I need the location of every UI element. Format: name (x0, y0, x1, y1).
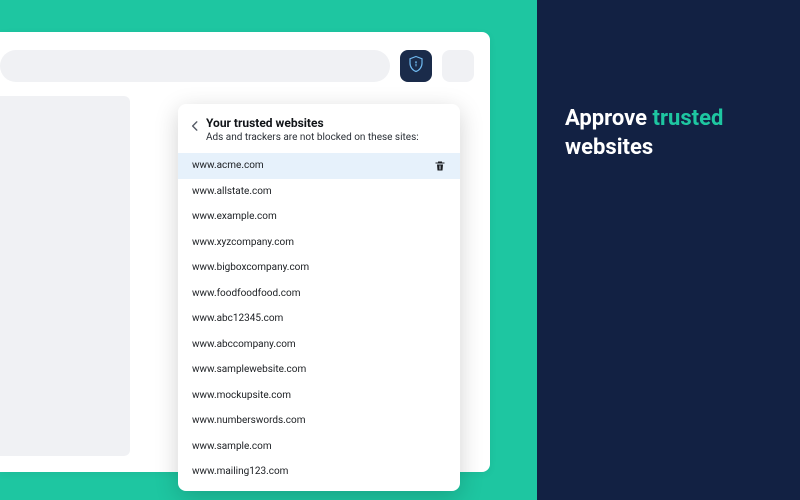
site-row[interactable]: www.abccompany.com (178, 332, 460, 358)
site-label: www.allstate.com (192, 186, 272, 197)
site-label: www.acme.com (192, 160, 264, 171)
site-label: www.mailing123.com (192, 466, 288, 477)
sidebar-placeholder (0, 96, 130, 456)
site-label: www.abccompany.com (192, 339, 296, 350)
site-row[interactable]: www.mockupsite.com (178, 383, 460, 409)
site-label: www.mockupsite.com (192, 390, 291, 401)
site-row[interactable]: www.sample.com (178, 434, 460, 460)
popup-header: Your trusted websites Ads and trackers a… (178, 116, 460, 147)
site-row[interactable]: www.samplewebsite.com (178, 357, 460, 383)
left-pane: Your trusted websites Ads and trackers a… (0, 0, 537, 500)
site-row[interactable]: www.acme.com (178, 153, 460, 179)
extension-button[interactable] (400, 50, 432, 82)
browser-toolbar (0, 32, 490, 96)
site-label: www.abc12345.com (192, 313, 283, 324)
back-icon[interactable] (188, 118, 206, 137)
site-label: www.sample.com (192, 441, 272, 452)
site-row[interactable]: www.foodfoodfood.com (178, 281, 460, 307)
site-row[interactable]: www.allstate.com (178, 179, 460, 205)
menu-button[interactable] (442, 50, 474, 82)
site-row[interactable]: www.numberswords.com (178, 408, 460, 434)
marketing-pane: Approve trusted websites (537, 0, 800, 500)
site-label: www.samplewebsite.com (192, 364, 306, 375)
popup-subtitle: Ads and trackers are not blocked on thes… (206, 132, 446, 143)
marketing-headline: Approve trusted websites (565, 105, 772, 162)
url-bar[interactable] (0, 50, 390, 82)
site-row[interactable]: www.mailing123.com (178, 459, 460, 485)
site-row[interactable]: www.xyzcompany.com (178, 230, 460, 256)
stage: Your trusted websites Ads and trackers a… (0, 0, 800, 500)
trash-icon[interactable] (434, 160, 446, 172)
headline-prefix: Approve (565, 106, 653, 131)
site-row[interactable]: www.abc12345.com (178, 306, 460, 332)
popup-title: Your trusted websites (206, 116, 446, 130)
site-list: www.acme.com www.allstate.com www.example.… (178, 153, 460, 485)
site-label: www.bigboxcompany.com (192, 262, 309, 273)
site-label: www.example.com (192, 211, 277, 222)
site-label: www.xyzcompany.com (192, 237, 294, 248)
site-label: www.numberswords.com (192, 415, 306, 426)
headline-accent: trusted (653, 106, 724, 131)
shield-icon (407, 55, 425, 77)
site-label: www.foodfoodfood.com (192, 288, 301, 299)
popup-titles: Your trusted websites Ads and trackers a… (206, 116, 446, 143)
trusted-sites-popup: Your trusted websites Ads and trackers a… (178, 104, 460, 491)
site-row[interactable]: www.example.com (178, 204, 460, 230)
site-row[interactable]: www.bigboxcompany.com (178, 255, 460, 281)
headline-line2: websites (565, 135, 653, 160)
